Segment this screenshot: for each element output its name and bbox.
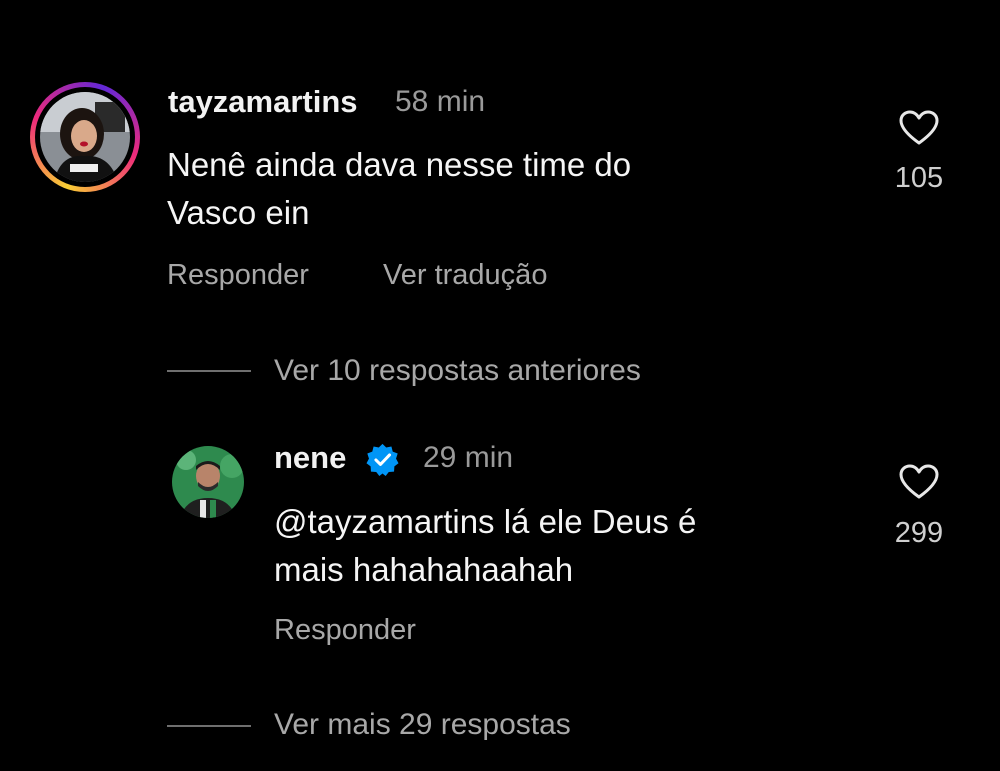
heart-outline-icon[interactable]	[899, 110, 939, 146]
like-count: 299	[894, 517, 944, 549]
thread-divider	[167, 370, 251, 372]
username[interactable]: nene	[274, 440, 346, 476]
avatar-tayzamartins[interactable]	[40, 92, 130, 182]
heart-outline-icon[interactable]	[899, 464, 939, 500]
timestamp: 29 min	[423, 441, 514, 474]
avatar-photo-image	[172, 446, 244, 518]
reply-button[interactable]: Responder	[274, 614, 416, 647]
view-more-replies-button[interactable]: Ver mais 29 respostas	[274, 708, 571, 742]
thread-divider	[167, 725, 251, 727]
avatar-nene[interactable]	[172, 446, 244, 518]
verified-badge-icon	[366, 443, 399, 476]
username[interactable]: tayzamartins	[168, 84, 358, 120]
view-previous-replies-button[interactable]: Ver 10 respostas anteriores	[274, 354, 641, 388]
comment-text-line2: Vasco ein	[167, 194, 310, 231]
timestamp: 58 min	[395, 85, 486, 118]
reply-button[interactable]: Responder	[167, 259, 309, 292]
like-count: 105	[894, 162, 944, 194]
comment-text-line1: Nenê ainda dava nesse time do	[167, 146, 632, 183]
comment-text-line2: mais hahahahaahah	[274, 551, 574, 588]
avatar-photo-image	[40, 92, 130, 182]
comment-text-line1: @tayzamartins lá ele Deus é	[274, 503, 697, 540]
translate-button[interactable]: Ver tradução	[383, 259, 547, 292]
